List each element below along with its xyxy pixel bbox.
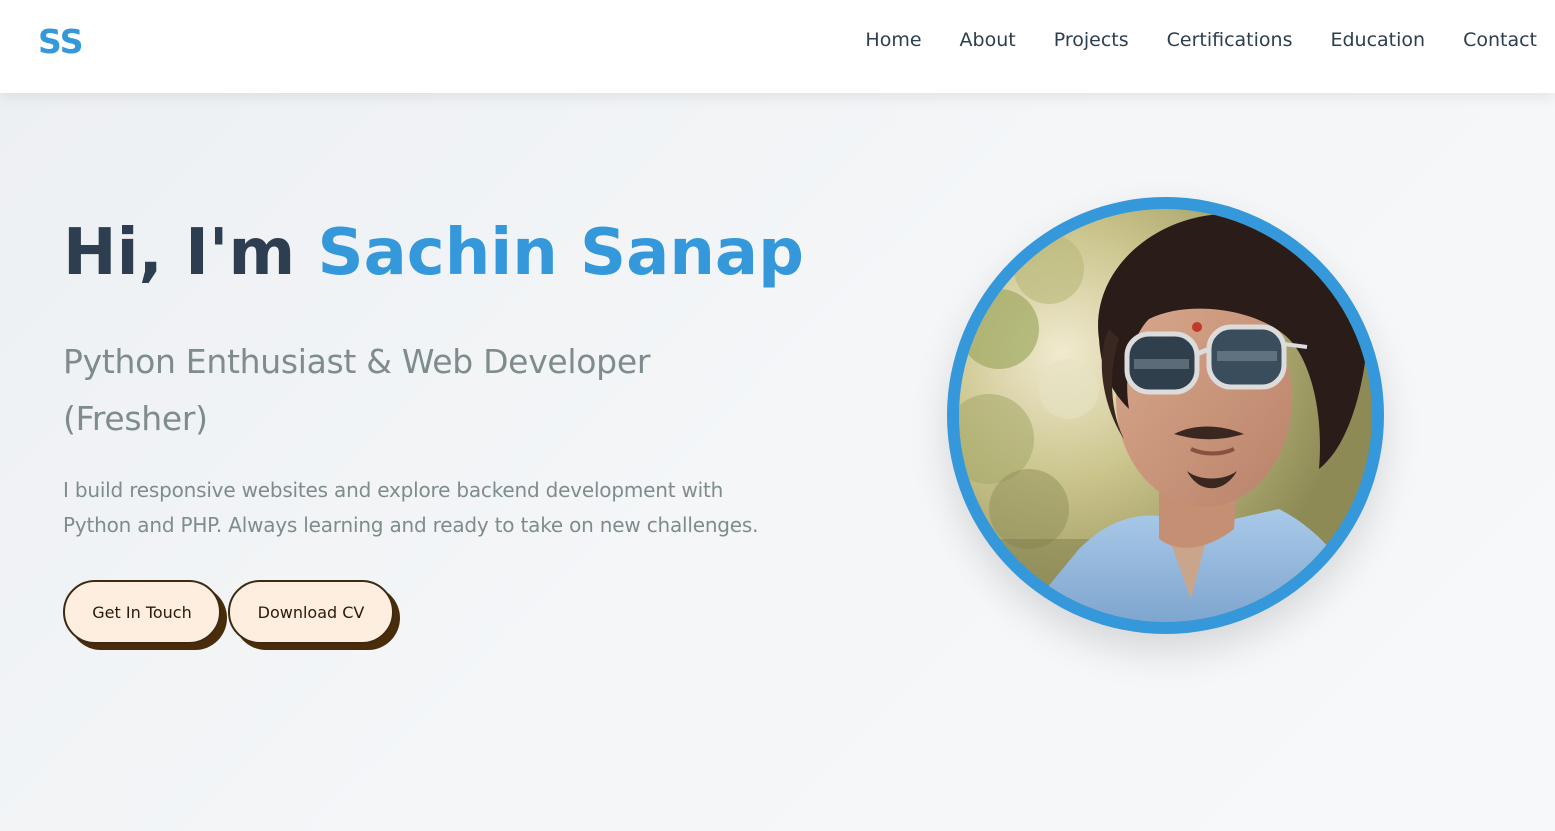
download-cv-button[interactable]: Download CV	[228, 580, 394, 644]
hero-description-line1: I build responsive websites and explore …	[63, 478, 724, 502]
hero-subtitle-line2: (Fresher)	[63, 399, 208, 438]
profile-photo	[959, 209, 1372, 622]
hero-subtitle: Python Enthusiast & Web Developer (Fresh…	[63, 333, 683, 447]
hero-title: Hi, I'm Sachin Sanap	[63, 213, 804, 293]
hero-name: Sachin Sanap	[317, 216, 804, 290]
hero-section: Hi, I'm Sachin Sanap Python Enthusiast &…	[0, 93, 1555, 831]
nav-link-projects[interactable]: Projects	[1054, 28, 1129, 52]
nav-link-home[interactable]: Home	[865, 28, 921, 52]
get-in-touch-button[interactable]: Get In Touch	[63, 580, 221, 644]
hero-description: I build responsive websites and explore …	[63, 473, 763, 543]
profile-photo-illustration	[959, 209, 1372, 622]
nav-link-education[interactable]: Education	[1330, 28, 1425, 52]
hero-description-line2: Python and PHP. Always learning and read…	[63, 513, 759, 537]
site-logo[interactable]: SS	[38, 22, 84, 61]
nav-link-contact[interactable]: Contact	[1463, 28, 1537, 52]
profile-photo-frame	[947, 197, 1384, 634]
hero-greeting: Hi, I'm	[63, 216, 318, 290]
navbar: SS Home About Projects Certifications Ed…	[0, 0, 1555, 93]
nav-link-certifications[interactable]: Certifications	[1167, 28, 1293, 52]
hero-subtitle-line1: Python Enthusiast & Web Developer	[63, 342, 651, 381]
nav-link-about[interactable]: About	[960, 28, 1016, 52]
main-nav: Home About Projects Certifications Educa…	[827, 28, 1537, 52]
